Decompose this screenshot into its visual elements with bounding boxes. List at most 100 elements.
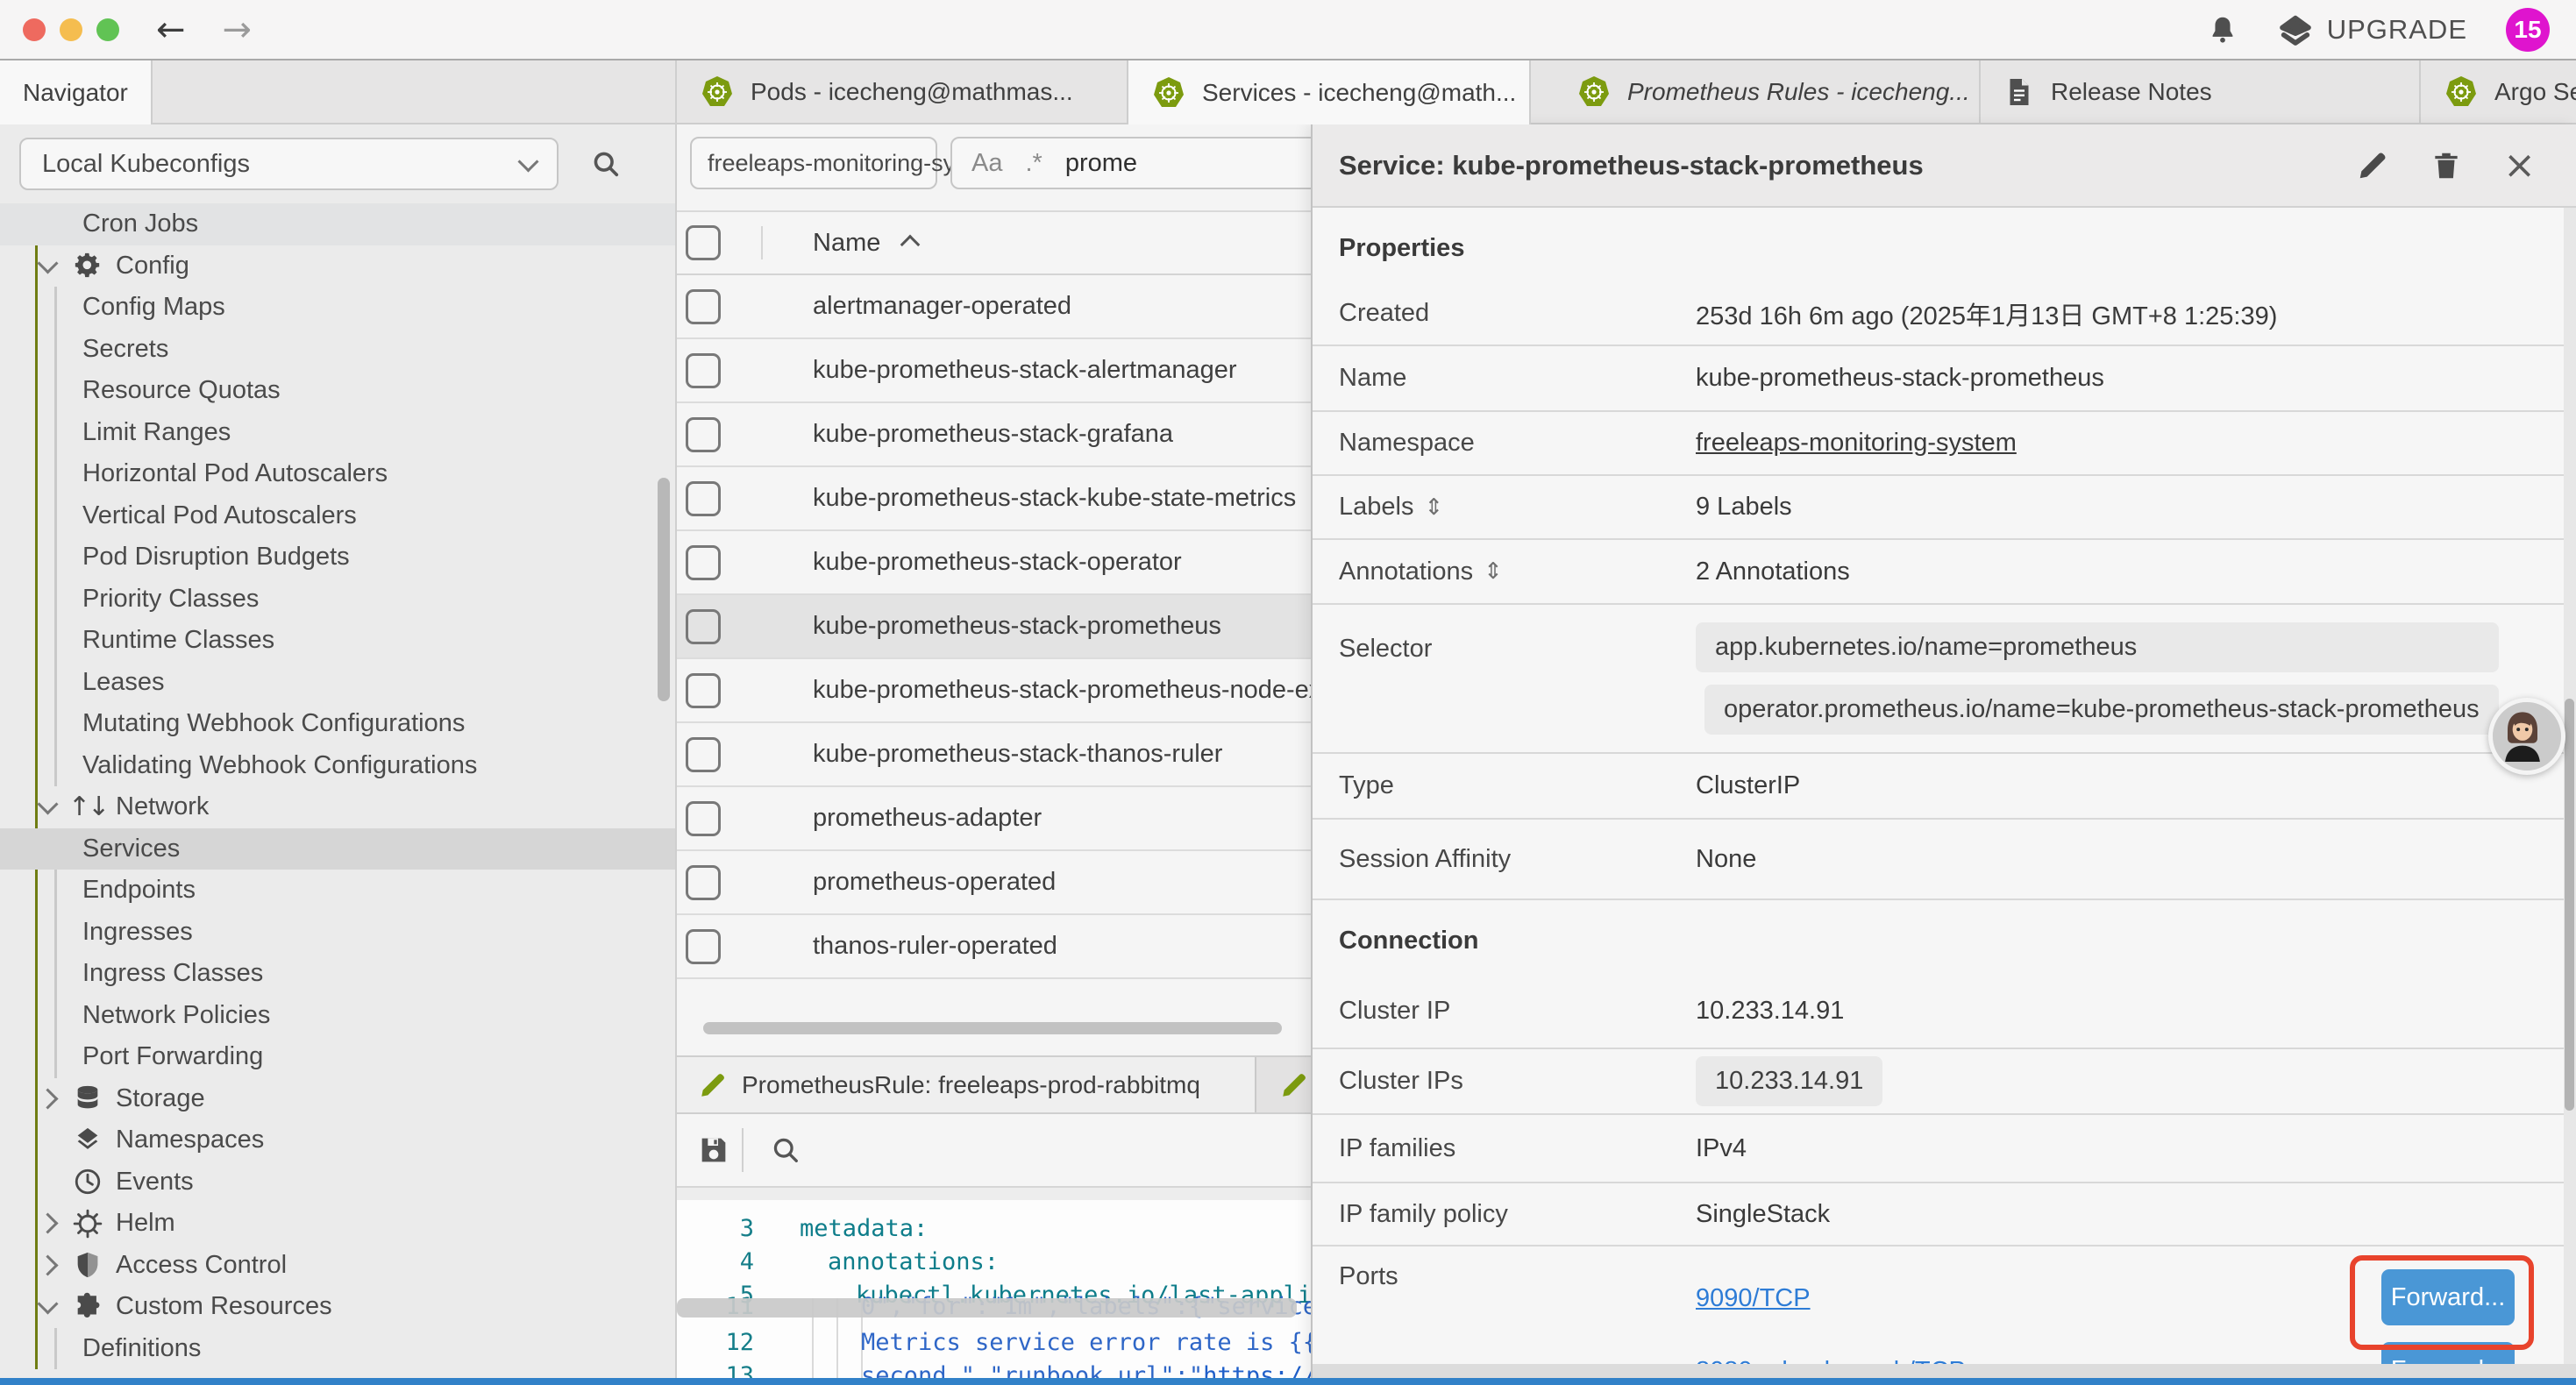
row-checkbox[interactable]	[686, 865, 721, 900]
sidebar-item-config[interactable]: Config	[0, 245, 675, 288]
table-row[interactable]: kube-prometheus-stack-operator	[677, 531, 1311, 595]
namespace-link[interactable]: freeleaps-monitoring-system	[1696, 429, 2017, 458]
sidebar-item-limit-ranges[interactable]: Limit Ranges	[0, 412, 675, 454]
window-zoom-button[interactable]	[96, 18, 119, 41]
window-close-button[interactable]	[23, 18, 46, 41]
sidebar-item-definitions[interactable]: Definitions	[0, 1328, 675, 1370]
sidebar-item-ingresses[interactable]: Ingresses	[0, 912, 675, 954]
sidebar-item-mutating-webhook-configurations[interactable]: Mutating Webhook Configurations	[0, 703, 675, 745]
sidebar-item-services[interactable]: Services	[0, 828, 675, 870]
tab-argo-se[interactable]: Argo Se	[2421, 60, 2576, 123]
close-icon[interactable]: ×	[2503, 146, 2536, 185]
back-button[interactable]: ←	[156, 12, 186, 47]
sidebar-item-custom-resources[interactable]: Custom Resources	[0, 1286, 675, 1328]
sidebar-item-endpoints[interactable]: Endpoints	[0, 870, 675, 912]
sidebar-scrollbar[interactable]	[658, 478, 670, 701]
row-checkbox[interactable]	[686, 929, 721, 964]
tab-navigator[interactable]: Navigator	[0, 60, 153, 124]
editor-tab-prometheusrule[interactable]: PrometheusRule: freeleaps-prod-rabbitmq	[677, 1057, 1256, 1112]
sidebar-item-storage[interactable]: Storage	[0, 1078, 675, 1120]
sidebar-item-ingress-classes[interactable]: Ingress Classes	[0, 953, 675, 995]
sidebar-item-secrets[interactable]: Secrets	[0, 329, 675, 371]
row-checkbox[interactable]	[686, 609, 721, 644]
table-row[interactable]: prometheus-adapter	[677, 787, 1311, 851]
sidebar-item-resource-quotas[interactable]: Resource Quotas	[0, 370, 675, 412]
row-checkbox[interactable]	[686, 673, 721, 708]
regex-toggle[interactable]: .*	[1025, 149, 1042, 178]
user-avatar[interactable]	[2488, 698, 2565, 775]
window-minimize-button[interactable]	[60, 18, 82, 41]
table-row[interactable]: kube-prometheus-stack-prometheus	[677, 595, 1311, 659]
sidebar-item-helm[interactable]: Helm	[0, 1203, 675, 1245]
row-checkbox[interactable]	[686, 801, 721, 836]
editor-tab-next-partial[interactable]	[1256, 1057, 1311, 1112]
upgrade-button[interactable]: UPGRADE	[2278, 12, 2467, 47]
detail-row-cluster-ip: Cluster IP10.233.14.91	[1313, 975, 2576, 1049]
row-checkbox[interactable]	[686, 737, 721, 772]
chevron-down-icon[interactable]	[37, 794, 58, 815]
drawer-scrollbar-track[interactable]	[2564, 208, 2576, 1371]
row-checkbox[interactable]	[686, 353, 721, 388]
chevron-right-icon[interactable]	[37, 1213, 58, 1234]
sidebar-item-namespaces[interactable]: Namespaces	[0, 1119, 675, 1161]
row-checkbox[interactable]	[686, 289, 721, 324]
drawer-scrollbar-thumb[interactable]	[2565, 699, 2574, 1111]
sidebar-item-runtime-classes[interactable]: Runtime Classes	[0, 620, 675, 662]
tab-prometheus-rules-icecheng[interactable]: Prometheus Rules - icecheng...	[1554, 60, 1981, 123]
editor-horizontal-scrollbar[interactable]	[677, 1298, 1297, 1318]
tab-pods-icecheng-mathmas[interactable]: Pods - icecheng@mathmas...	[677, 60, 1128, 123]
notification-badge[interactable]: 15	[2506, 8, 2550, 52]
sidebar-item-vertical-pod-autoscalers[interactable]: Vertical Pod Autoscalers	[0, 495, 675, 537]
list-search-input[interactable]: Aa .* prome	[950, 137, 1311, 189]
sidebar-item-horizontal-pod-autoscalers[interactable]: Horizontal Pod Autoscalers	[0, 453, 675, 495]
tab-services-icecheng-math[interactable]: Services - icecheng@math...×	[1128, 60, 1531, 124]
editor-search-icon[interactable]	[770, 1134, 801, 1166]
edit-pencil-icon[interactable]	[2356, 149, 2389, 182]
chevron-right-icon[interactable]	[37, 1088, 58, 1109]
port-link[interactable]: 9090/TCP	[1696, 1284, 1811, 1313]
sort-updown-icon[interactable]: ⇕	[1424, 494, 1443, 521]
sidebar-item-validating-webhook-configurations[interactable]: Validating Webhook Configurations	[0, 745, 675, 787]
match-case-toggle[interactable]: Aa	[971, 149, 1002, 178]
sidebar-item-config-maps[interactable]: Config Maps	[0, 287, 675, 329]
sidebar-item-label: Network Policies	[82, 1001, 270, 1030]
sidebar-item-access-control[interactable]: Access Control	[0, 1245, 675, 1287]
table-row[interactable]: prometheus-operated	[677, 851, 1311, 915]
sidebar-item-events[interactable]: Events	[0, 1161, 675, 1204]
chevron-down-icon[interactable]	[37, 1294, 58, 1315]
table-row[interactable]: alertmanager-operated	[677, 275, 1311, 339]
chevron-right-icon[interactable]	[37, 1254, 58, 1275]
yaml-editor[interactable]: 3metadata:4annotations:5kubectl.kubernet…	[677, 1200, 1311, 1385]
sidebar-item-leases[interactable]: Leases	[0, 662, 675, 704]
sidebar-item-priority-classes[interactable]: Priority Classes	[0, 579, 675, 621]
row-checkbox[interactable]	[686, 481, 721, 516]
table-row[interactable]: kube-prometheus-stack-prometheus-node-ex…	[677, 659, 1311, 723]
namespace-filter-select[interactable]: freeleaps-monitoring-system	[690, 137, 937, 189]
sidebar-item-pod-disruption-budgets[interactable]: Pod Disruption Budgets	[0, 536, 675, 579]
tab-release-notes[interactable]: Release Notes	[1981, 60, 2421, 123]
tab-label: Argo Se	[2494, 78, 2576, 106]
bell-icon[interactable]	[2206, 13, 2239, 46]
save-icon[interactable]	[696, 1133, 731, 1168]
detail-row-name: Namekube-prometheus-stack-prometheus	[1313, 346, 2576, 412]
chevron-down-icon[interactable]	[37, 252, 58, 273]
sidebar-item-cron-jobs[interactable]: Cron Jobs	[0, 203, 675, 245]
column-header-name[interactable]: Name	[813, 229, 880, 258]
horizontal-scrollbar[interactable]	[703, 1022, 1282, 1034]
table-row[interactable]: thanos-ruler-operated	[677, 915, 1311, 979]
sidebar-item-port-forwarding[interactable]: Port Forwarding	[0, 1036, 675, 1078]
table-row[interactable]: kube-prometheus-stack-alertmanager	[677, 339, 1311, 403]
sidebar-item-network[interactable]: ↑↓Network	[0, 786, 675, 828]
table-row[interactable]: kube-prometheus-stack-grafana	[677, 403, 1311, 467]
sidebar-item-network-policies[interactable]: Network Policies	[0, 995, 675, 1037]
sort-updown-icon[interactable]: ⇕	[1484, 558, 1503, 585]
table-row[interactable]: kube-prometheus-stack-thanos-ruler	[677, 723, 1311, 787]
kubeconfig-select[interactable]: Local Kubeconfigs	[19, 138, 559, 190]
delete-trash-icon[interactable]	[2430, 149, 2463, 182]
sidebar-search-icon[interactable]	[590, 148, 622, 180]
forward-button[interactable]: →	[223, 12, 253, 47]
row-checkbox[interactable]	[686, 417, 721, 452]
row-checkbox[interactable]	[686, 545, 721, 580]
select-all-checkbox[interactable]	[686, 225, 721, 260]
table-row[interactable]: kube-prometheus-stack-kube-state-metrics	[677, 467, 1311, 531]
